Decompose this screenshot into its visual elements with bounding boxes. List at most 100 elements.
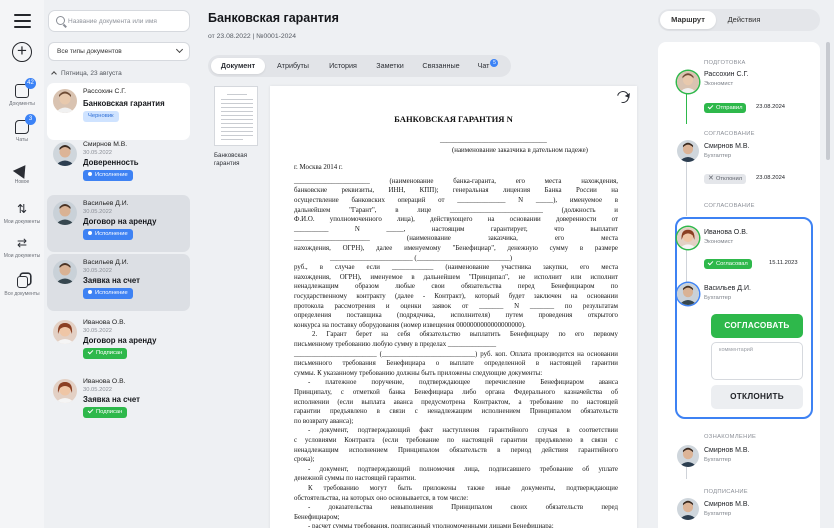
stage-label: ПОДПИСАНИЕ xyxy=(704,489,748,495)
rail-item-label: Документы xyxy=(9,101,35,107)
list-item[interactable]: Васильев Д.И. 30.05.2022 Заявка на счет … xyxy=(47,254,190,311)
list-item[interactable]: Иванова О.В. 30.05.2022 Договор на аренд… xyxy=(47,314,190,371)
status-badge: Исполнение xyxy=(83,170,133,181)
rail-item-my-docs[interactable]: ⇅ Мои документы xyxy=(0,202,44,225)
doc-type-filter[interactable]: Все типы документов xyxy=(48,42,190,61)
approver-name: Рассохин С.Г. xyxy=(704,71,749,78)
document-text-line: руб., в случае если ____________ (наимен… xyxy=(294,264,618,272)
copy-docs-icon xyxy=(16,276,28,288)
avatar xyxy=(53,142,77,166)
list-item[interactable]: Иванова О.В. 30.05.2022 Заявка на счет П… xyxy=(47,373,190,430)
card-author: Иванова О.В. xyxy=(83,319,126,326)
document-text-line: нахождения, ОГРН), далее именуемому "Бен… xyxy=(294,245,618,252)
sort-arrows-icon: ⇅ xyxy=(16,202,28,216)
card-author: Васильев Д.И. xyxy=(83,259,129,266)
list-item[interactable]: Васильев Д.И. 30.05.2022 Договор на арен… xyxy=(47,195,190,252)
status-badge: Исполнение xyxy=(83,288,133,299)
rail-item-documents[interactable]: 42 Документы xyxy=(0,78,44,107)
approver-role: Бухгалтер xyxy=(704,295,732,301)
document-text-line: письменного требования Бенефициара о вып… xyxy=(294,360,618,368)
stage-label: СОГЛАСОВАНИЕ xyxy=(704,131,755,137)
card-author: Смирнов М.В. xyxy=(83,141,128,148)
document-text-line: денежной суммы по настоящей гарантии. xyxy=(294,475,417,483)
avatar xyxy=(53,320,77,344)
search-input[interactable] xyxy=(68,14,186,29)
status-date: 15.11.2023 xyxy=(769,260,798,266)
status-badge-label: Отправил xyxy=(716,105,743,111)
document-text-line: осуществление банковских операций от ___… xyxy=(294,197,618,204)
approver-role: Бухгалтер xyxy=(704,511,732,517)
approver-name: Смирнов М.В. xyxy=(704,447,750,454)
comment-input[interactable] xyxy=(711,342,803,380)
document-text-line: - платежное поручение, подтверждающее пе… xyxy=(308,379,618,387)
card-author: Васильев Д.И. xyxy=(83,200,129,207)
document-text-line: с условиями Контракта (если требование п… xyxy=(294,437,618,444)
rail-item-chats[interactable]: 3 Чаты xyxy=(0,114,44,143)
document-text-line: Принципалу, с отметкой банка Бенефициара… xyxy=(294,389,618,396)
document-text-line: по возврату аванса); xyxy=(294,417,354,425)
document-text-line: ненадлежащим образом любые свои обязател… xyxy=(294,283,618,291)
rail-item-my-docs-2[interactable]: ⇄ Мои документы xyxy=(0,236,44,259)
document-text-line: гарантии предъявлено в связи с ненадлежа… xyxy=(294,408,618,416)
document-text-line: 2. Гарант берет на себя обязательство вы… xyxy=(312,331,618,339)
create-button[interactable]: + xyxy=(12,42,32,62)
reject-button[interactable]: ОТКЛОНИТЬ xyxy=(711,385,803,409)
approver-role: Экономист xyxy=(704,239,734,245)
approver-name: Смирнов М.В. xyxy=(704,143,750,150)
menu-icon[interactable] xyxy=(14,14,31,28)
document-thumbnail[interactable] xyxy=(214,86,258,146)
document-text-line: __________ N _____, настоящим гарантируе… xyxy=(294,225,618,233)
tab-history[interactable]: История xyxy=(320,58,366,74)
avatar xyxy=(677,227,699,249)
card-date: 30.05.2022 xyxy=(83,209,113,215)
tab-attributes[interactable]: Атрибуты xyxy=(268,58,318,74)
tab-related[interactable]: Связанные xyxy=(414,58,468,74)
document-text-line: - документ, подтверждающий полномочия ли… xyxy=(308,465,618,473)
status-badge: ✕ Отклонил xyxy=(704,174,747,184)
search-box xyxy=(48,10,190,32)
document-text-line: _______________________________ xyxy=(440,137,547,144)
document-text-line: ______________________ (наименование зак… xyxy=(294,235,618,243)
card-title: Договор на аренду xyxy=(83,336,157,345)
document-text-line: письменному требованию любую сумму в пре… xyxy=(294,341,497,348)
chat-count-badge: 5 xyxy=(490,59,499,67)
tab-actions[interactable]: Действия xyxy=(718,11,770,29)
avatar xyxy=(53,201,77,225)
card-title: Договор на аренду xyxy=(83,217,157,226)
status-badge: Отправил xyxy=(704,103,747,113)
route-panel: ПОДГОТОВКА Рассохин С.Г. Экономист Отпра… xyxy=(658,42,820,528)
rail-item-new[interactable]: Новое xyxy=(0,161,44,185)
scrollbar[interactable] xyxy=(826,42,830,160)
rail-item-all-docs[interactable]: Все документы xyxy=(0,276,44,297)
tab-notes[interactable]: Заметки xyxy=(368,58,412,74)
thumbnail-label: Банковская гарантия xyxy=(214,152,248,167)
approver-role: Бухгалтер xyxy=(704,457,732,463)
search-icon xyxy=(56,16,65,25)
list-item[interactable]: Смирнов М.В. 30.05.2022 Доверенность Исп… xyxy=(47,136,190,193)
approver-role: Экономист xyxy=(704,81,734,87)
stage-label: ПОДГОТОВКА xyxy=(704,60,746,66)
status-badge: Исполнение xyxy=(83,229,133,240)
document-text-line: дальнейшем "Гарант", в лице ____________… xyxy=(294,206,618,214)
document-text-line: государственному контракту (далее - Конт… xyxy=(294,293,618,300)
list-item[interactable]: Рассохин С.Г. Банковская гарантия Чернов… xyxy=(47,83,190,140)
tab-chat-label: Чат xyxy=(477,61,490,70)
avatar xyxy=(53,379,77,403)
date-group-header[interactable]: Пятница, 23 августа xyxy=(51,70,122,77)
rail-item-label: Новое xyxy=(14,179,30,185)
card-title: Заявка на счет xyxy=(83,395,140,404)
tab-document[interactable]: Документ xyxy=(211,58,265,74)
avatar xyxy=(677,445,699,467)
approve-button[interactable]: СОГЛАСОВАТЬ xyxy=(711,314,803,338)
tab-chat[interactable]: Чат 5 xyxy=(470,58,506,74)
document-text-line: исполнении (если выплата аванса предусмо… xyxy=(294,398,618,406)
status-badge-label: Подписан xyxy=(96,409,123,415)
approver-role: Бухгалтер xyxy=(704,153,732,159)
tab-route[interactable]: Маршрут xyxy=(660,11,716,29)
document-text-line: обстоятельства, на которых оно основывае… xyxy=(294,494,469,502)
document-list-column: Все типы документов Пятница, 23 августа … xyxy=(44,0,194,528)
document-text-line: ______________________ (наименование бан… xyxy=(294,177,618,185)
send-icon xyxy=(12,161,32,179)
status-badge-label: Исполнение xyxy=(95,231,128,237)
document-text-line: - расчет суммы требования, подписанный у… xyxy=(308,523,554,528)
